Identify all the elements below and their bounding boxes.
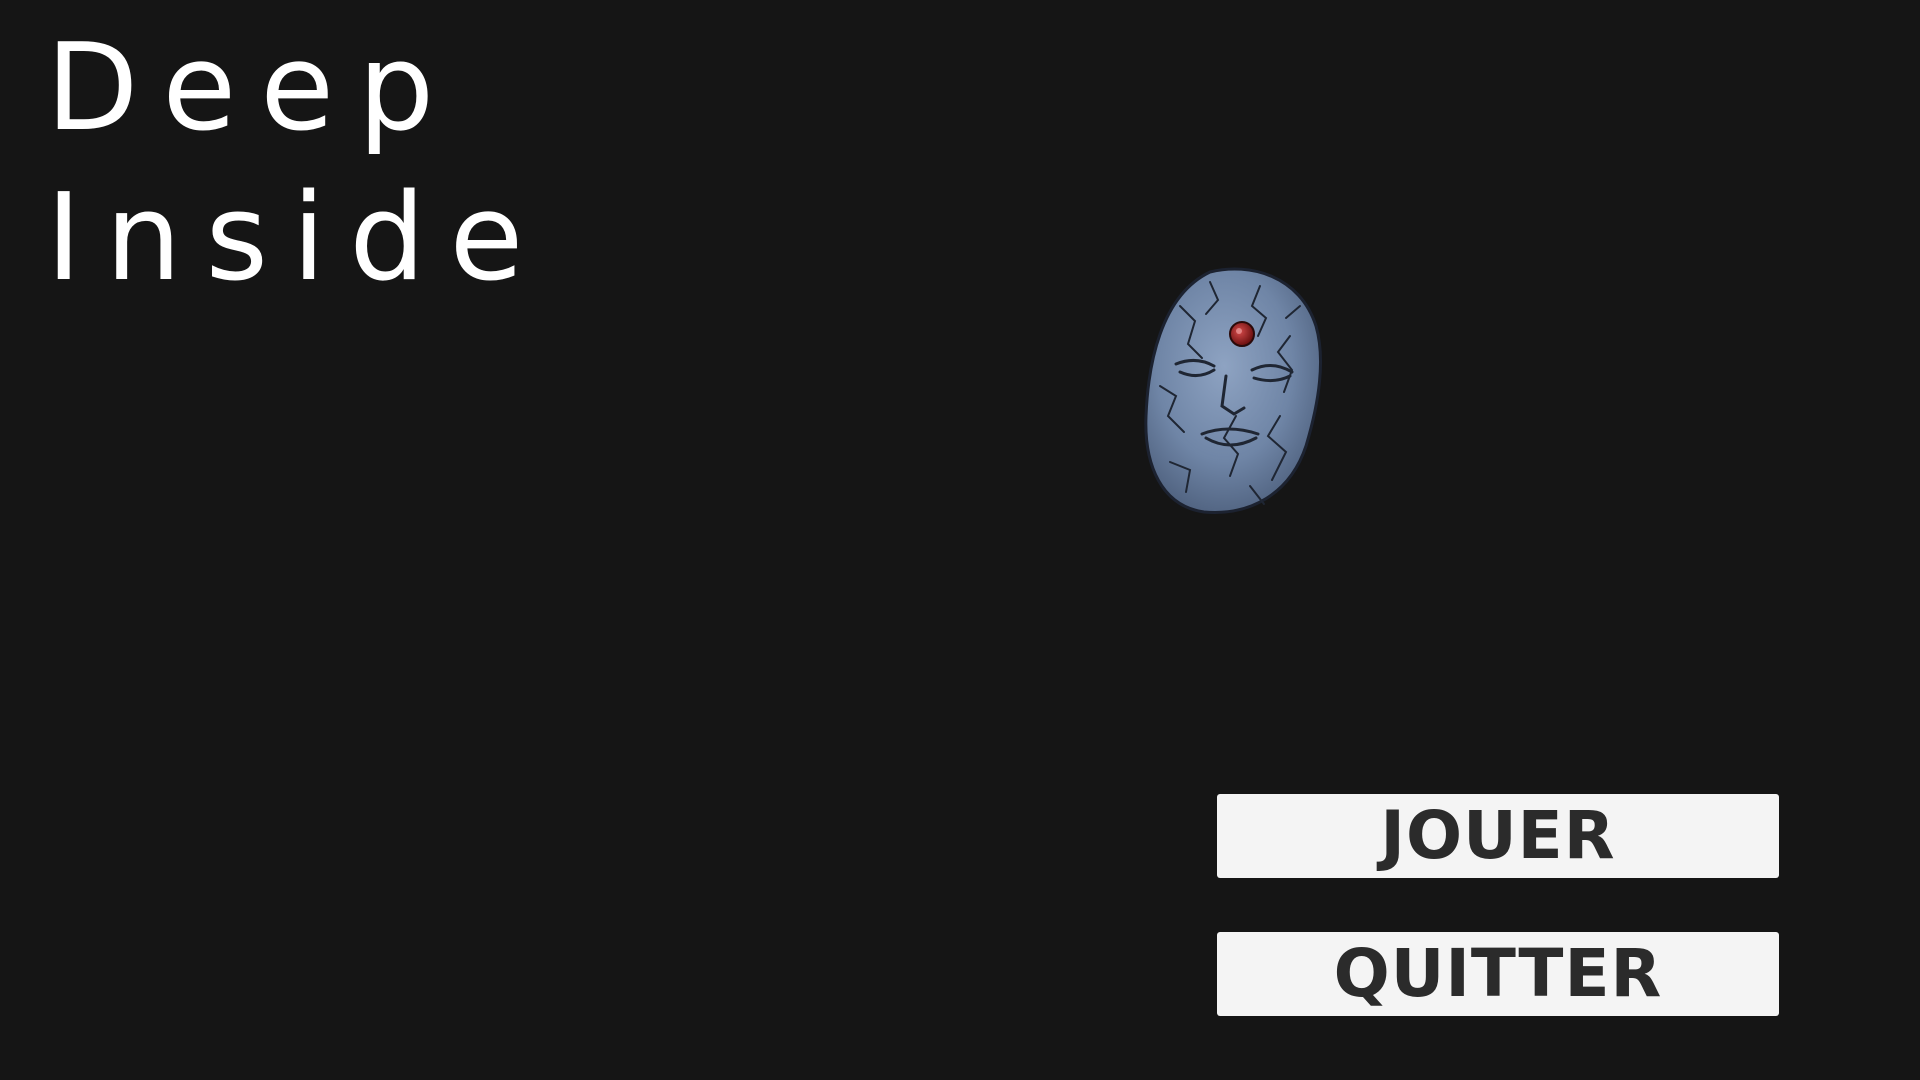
game-title: Deep Inside — [46, 14, 547, 314]
quit-button[interactable]: QUITTER — [1217, 932, 1779, 1016]
mask-gem — [1229, 321, 1255, 347]
game-title-line-1: Deep — [46, 19, 459, 158]
mask-face — [1144, 267, 1323, 514]
game-title-line-2: Inside — [46, 169, 548, 308]
play-button[interactable]: JOUER — [1217, 794, 1779, 878]
stone-mask-icon — [1144, 267, 1323, 514]
